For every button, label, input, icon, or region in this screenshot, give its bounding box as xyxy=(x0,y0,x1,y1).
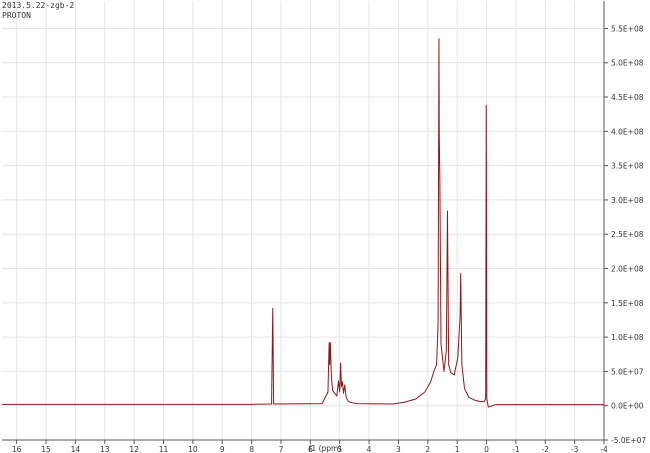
x-tick-label: 0 xyxy=(484,445,489,453)
y-tick-label: 3.0E+08 xyxy=(611,196,644,205)
x-tick-label: -1 xyxy=(512,445,520,453)
y-tick-label: -5.0E+07 xyxy=(611,436,646,445)
y-tick-label: 3.5E+08 xyxy=(611,162,644,171)
nmr-spectrum-chart: 16 15 14 13 12 11 10 9 8 7 6 5 4 3 2 1 0 -1 -2 -3 -4 -5.0E+0… xyxy=(2,1,646,453)
x-tick-label: 13 xyxy=(100,445,110,453)
x-tick-label: -3 xyxy=(571,445,579,453)
y-tick-label: 5.0E+07 xyxy=(611,367,644,376)
x-tick-label: 4 xyxy=(367,445,372,453)
y-axis-ticks: -5.0E+07 0.0E+00 5.0E+07 1.0E+08 1.5E+08 2.0E… xyxy=(604,24,646,445)
x-tick-label: 7 xyxy=(279,445,284,453)
y-tick-label: 4.0E+08 xyxy=(611,127,644,136)
spectrum-line xyxy=(2,38,604,408)
x-axis-label: f1 (ppm) xyxy=(309,444,342,453)
x-tick-label: -2 xyxy=(542,445,550,453)
x-tick-label: 15 xyxy=(41,445,51,453)
y-tick-label: 0.0E+00 xyxy=(611,402,644,411)
y-tick-label: 4.5E+08 xyxy=(611,93,644,102)
y-tick-label: 2.0E+08 xyxy=(611,265,644,274)
x-tick-label: 10 xyxy=(188,445,198,453)
x-tick-label: 8 xyxy=(249,445,254,453)
x-tick-label: 16 xyxy=(12,445,22,453)
y-tick-label: 5.0E+08 xyxy=(611,59,644,68)
x-tick-label: -4 xyxy=(600,445,608,453)
y-tick-label: 1.0E+08 xyxy=(611,333,644,342)
x-tick-label: 3 xyxy=(396,445,401,453)
y-tick-label: 1.5E+08 xyxy=(611,299,644,308)
axes xyxy=(2,1,605,441)
x-tick-label: 2 xyxy=(425,445,430,453)
x-tick-label: 12 xyxy=(129,445,139,453)
x-tick-label: 11 xyxy=(159,445,169,453)
x-tick-label: 14 xyxy=(71,445,81,453)
spectrum-series xyxy=(2,38,604,408)
x-tick-label: 9 xyxy=(220,445,225,453)
x-tick-label: 1 xyxy=(455,445,460,453)
y-tick-label: 5.5E+08 xyxy=(611,24,644,33)
y-tick-label: 2.5E+08 xyxy=(611,230,644,239)
grid-lines xyxy=(2,1,605,441)
